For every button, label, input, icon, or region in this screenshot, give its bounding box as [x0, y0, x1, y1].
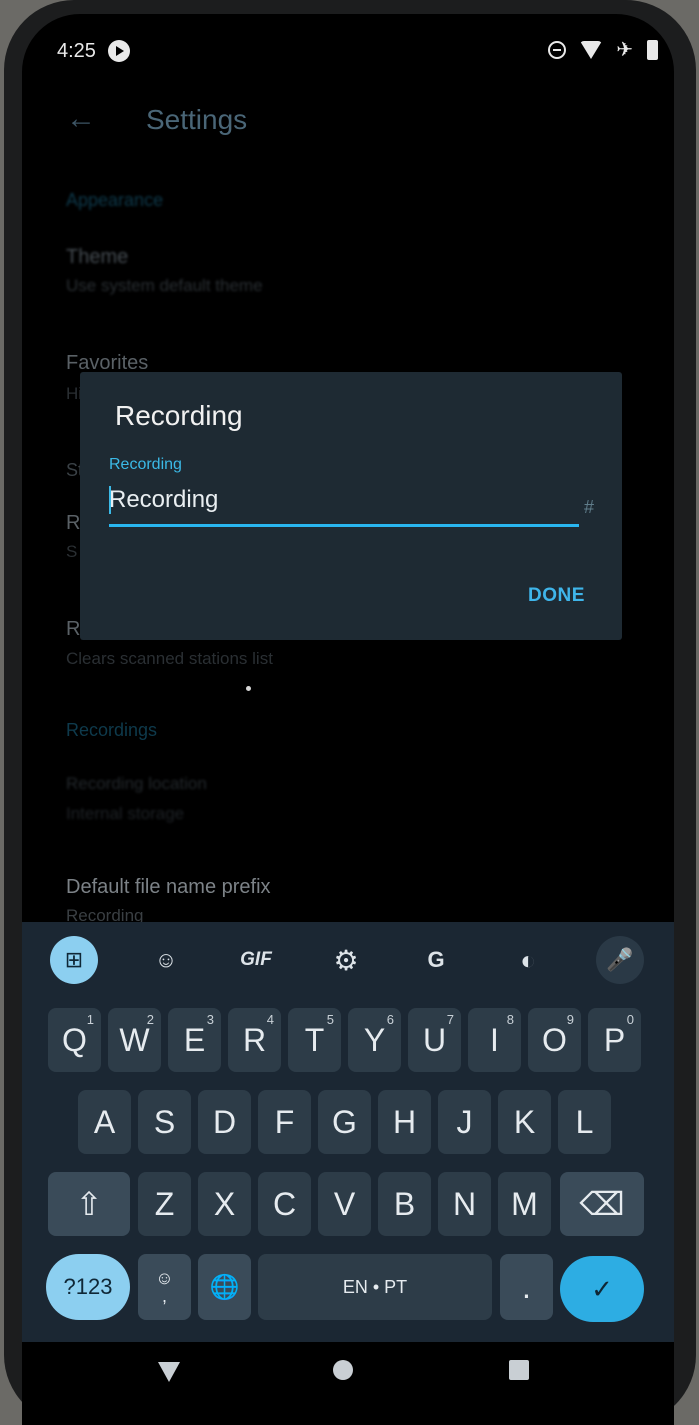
key-z[interactable]: Z: [138, 1172, 191, 1236]
rename-dialog: Recording Recording Recording # DONE: [80, 372, 622, 640]
period-key[interactable]: .: [500, 1254, 553, 1320]
section-header-appearance: Appearance: [66, 190, 164, 210]
key-r[interactable]: R4: [228, 1008, 281, 1072]
key-y[interactable]: Y6: [348, 1008, 401, 1072]
setting-r2-title[interactable]: R: [66, 618, 80, 641]
key-p[interactable]: P0: [588, 1008, 641, 1072]
battery-icon: [647, 40, 658, 60]
key-e[interactable]: E3: [168, 1008, 221, 1072]
emoji-comma-key[interactable]: ☺ ,: [138, 1254, 191, 1320]
navigation-bar: [22, 1342, 674, 1425]
setting-prefix-subtitle: Recording: [66, 906, 144, 922]
key-i[interactable]: I8: [468, 1008, 521, 1072]
globe-icon[interactable]: 🌐: [198, 1254, 251, 1320]
setting-prefix-title[interactable]: Default file name prefix: [66, 876, 271, 899]
setting-theme-subtitle: Use system default theme: [66, 276, 263, 295]
key-o[interactable]: O9: [528, 1008, 581, 1072]
key-q[interactable]: Q1: [48, 1008, 101, 1072]
setting-r2-subtitle: Clears scanned stations list: [66, 649, 273, 668]
hash-counter-icon: #: [584, 497, 595, 517]
setting-r1-subtitle: S: [66, 542, 78, 561]
key-f[interactable]: F: [258, 1090, 311, 1154]
backspace-key[interactable]: ⌫: [560, 1172, 644, 1236]
key-a[interactable]: A: [78, 1090, 131, 1154]
comma-label: ,: [161, 1286, 167, 1306]
nav-back-icon[interactable]: [158, 1362, 180, 1382]
setting-recording-location-title[interactable]: Recording location: [66, 774, 207, 794]
translate-icon[interactable]: G: [412, 936, 460, 984]
symbols-key[interactable]: ?123: [46, 1254, 130, 1320]
key-b[interactable]: B: [378, 1172, 431, 1236]
palette-icon[interactable]: ◐: [504, 936, 552, 984]
soft-keyboard: ⊞ ☺ GIF ⚙ G ◐ 🎤 Q1 W2 E3 R4 T5 Y6 U7 I8 …: [22, 922, 674, 1342]
gif-button[interactable]: GIF: [232, 936, 280, 984]
prefix-input-value: Recording: [109, 486, 219, 513]
nav-home-icon[interactable]: [333, 1360, 353, 1380]
key-w[interactable]: W2: [108, 1008, 161, 1072]
prefix-text-input[interactable]: Recording: [109, 484, 579, 527]
mic-icon[interactable]: 🎤: [596, 936, 644, 984]
media-playing-icon: [108, 40, 130, 62]
space-bar[interactable]: EN • PT: [258, 1254, 492, 1320]
key-x[interactable]: X: [198, 1172, 251, 1236]
setting-recording-location-subtitle: Internal storage: [66, 804, 185, 823]
shift-key[interactable]: ⇧: [48, 1172, 130, 1236]
key-c[interactable]: C: [258, 1172, 311, 1236]
setting-r1-title[interactable]: R: [66, 512, 80, 535]
section-header-recordings: Recordings: [66, 720, 158, 740]
key-l[interactable]: L: [558, 1090, 611, 1154]
key-u[interactable]: U7: [408, 1008, 461, 1072]
back-arrow-icon[interactable]: ←: [66, 102, 96, 136]
do-not-disturb-icon: [548, 41, 567, 59]
key-s[interactable]: S: [138, 1090, 191, 1154]
key-g[interactable]: G: [318, 1090, 371, 1154]
text-cursor: [109, 486, 111, 514]
airplane-icon: ✈: [616, 39, 633, 61]
sticker-icon[interactable]: ☺: [142, 936, 190, 984]
key-n[interactable]: N: [438, 1172, 491, 1236]
key-h[interactable]: H: [378, 1090, 431, 1154]
key-j[interactable]: J: [438, 1090, 491, 1154]
dialog-title: Recording: [115, 400, 243, 431]
key-t[interactable]: T5: [288, 1008, 341, 1072]
emoji-icon: ☺: [155, 1268, 174, 1288]
done-button[interactable]: DONE: [528, 585, 585, 607]
status-time: 4:25: [57, 40, 96, 62]
setting-theme-title[interactable]: Theme: [66, 246, 128, 269]
apps-grid-icon[interactable]: ⊞: [50, 936, 98, 984]
touch-indicator-dot: [246, 686, 251, 691]
nav-recents-icon[interactable]: [509, 1360, 529, 1380]
phone-screen: 4:25 ✈ ← Settings Appearance Theme Use s…: [22, 14, 674, 1425]
key-d[interactable]: D: [198, 1090, 251, 1154]
status-icons: ✈: [548, 38, 658, 62]
key-m[interactable]: M: [498, 1172, 551, 1236]
page-title: Settings: [146, 104, 248, 135]
wifi-icon: [580, 41, 603, 59]
enter-check-key[interactable]: ✓: [560, 1256, 644, 1322]
key-v[interactable]: V: [318, 1172, 371, 1236]
key-k[interactable]: K: [498, 1090, 551, 1154]
input-floating-label: Recording: [109, 456, 182, 473]
settings-gear-icon[interactable]: ⚙: [322, 936, 370, 984]
